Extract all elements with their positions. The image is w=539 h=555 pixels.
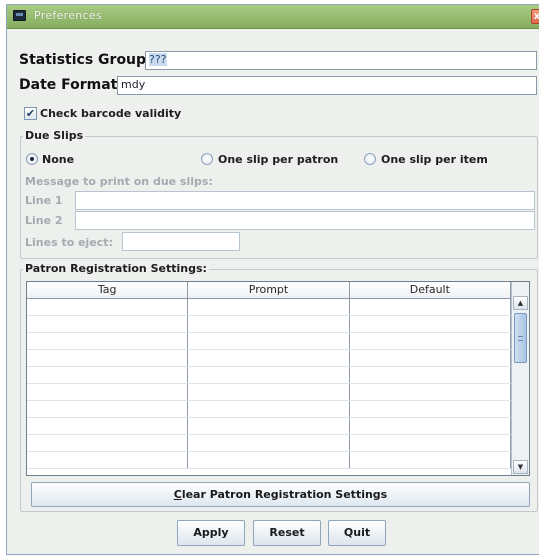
quit-button[interactable]: Quit [328, 520, 386, 546]
radio-none-label: None [42, 153, 75, 166]
column-header-default[interactable]: Default [350, 282, 511, 298]
apply-button[interactable]: Apply [177, 520, 245, 546]
due-slips-title: Due Slips [23, 129, 86, 142]
table-body [27, 299, 511, 469]
table-row[interactable] [27, 452, 511, 469]
check-barcode-label: Check barcode validity [40, 107, 182, 120]
table-header: Tag Prompt Default [27, 282, 511, 299]
table-cell[interactable] [27, 316, 189, 332]
table-cell[interactable] [188, 452, 350, 468]
radio-slip-per-patron-label: One slip per patron [218, 153, 339, 166]
line1-input[interactable] [75, 191, 535, 210]
table-cell[interactable] [188, 333, 350, 349]
lines-to-eject-label: Lines to eject: [25, 236, 113, 249]
table-cell[interactable] [350, 384, 511, 400]
table-cell[interactable] [27, 384, 189, 400]
radio-slip-per-item-label: One slip per item [381, 153, 488, 166]
date-format-value: mdy [121, 78, 146, 91]
statistics-group-label: Statistics Group: [19, 52, 152, 68]
table-cell[interactable] [27, 367, 189, 383]
clear-button-label: lear Patron Registration Settings [181, 488, 388, 501]
line2-input[interactable] [75, 211, 535, 230]
statistics-group-input[interactable]: ??? [145, 51, 537, 70]
line2-label-text: Line 2 [25, 214, 63, 227]
table-row[interactable] [27, 350, 511, 367]
table-cell[interactable] [350, 401, 511, 417]
table-cell[interactable] [188, 435, 350, 451]
statistics-group-value: ??? [149, 53, 167, 66]
table-cell[interactable] [350, 316, 511, 332]
clear-mnemonic: C [173, 488, 182, 501]
table-cell[interactable] [27, 418, 189, 434]
column-header-prompt[interactable]: Prompt [188, 282, 350, 298]
clear-patron-registration-button[interactable]: Clear Patron Registration Settings [31, 482, 530, 507]
radio-none[interactable] [26, 153, 38, 165]
table-cell[interactable] [188, 401, 350, 417]
table-cell[interactable] [350, 299, 511, 315]
table-row[interactable] [27, 435, 511, 452]
table-row[interactable] [27, 316, 511, 333]
table-cell[interactable] [27, 350, 189, 366]
table-cell[interactable] [350, 452, 511, 468]
table-cell[interactable] [27, 333, 189, 349]
table-cell[interactable] [27, 435, 189, 451]
radio-slip-per-item[interactable] [364, 153, 376, 165]
scroll-down-icon[interactable]: ▼ [513, 460, 528, 474]
date-format-label: Date Format: [19, 77, 123, 93]
table-row[interactable] [27, 367, 511, 384]
table-row[interactable] [27, 299, 511, 316]
scroll-thumb[interactable] [514, 313, 527, 363]
table-row[interactable] [27, 401, 511, 418]
scroll-up-icon[interactable]: ▲ [513, 296, 528, 310]
column-header-tag[interactable]: Tag [27, 282, 189, 298]
table-cell[interactable] [188, 367, 350, 383]
title-bar[interactable]: Preferences x [7, 5, 539, 29]
patron-registration-title: Patron Registration Settings: [23, 262, 209, 275]
preferences-window: Preferences x Statistics Group: ??? Date… [6, 4, 539, 555]
table-cell[interactable] [27, 299, 189, 315]
app-icon [13, 10, 26, 21]
check-barcode-checkbox[interactable]: ✔ [24, 107, 37, 120]
table-cell[interactable] [188, 384, 350, 400]
date-format-input[interactable]: mdy [117, 76, 537, 95]
patron-registration-table[interactable]: Tag Prompt Default ▲ ▼ [26, 281, 530, 476]
table-cell[interactable] [350, 367, 511, 383]
window-title: Preferences [34, 9, 102, 22]
table-cell[interactable] [27, 452, 189, 468]
table-cell[interactable] [350, 333, 511, 349]
reset-button[interactable]: Reset [253, 520, 321, 546]
table-scrollbar[interactable]: ▲ ▼ [511, 282, 529, 475]
table-cell[interactable] [188, 299, 350, 315]
table-cell[interactable] [350, 418, 511, 434]
table-cell[interactable] [350, 350, 511, 366]
radio-slip-per-patron[interactable] [201, 153, 213, 165]
line1-label: Line 1 [25, 194, 63, 207]
table-cell[interactable] [188, 316, 350, 332]
table-cell[interactable] [188, 350, 350, 366]
table-row[interactable] [27, 384, 511, 401]
message-label: Message to print on due slips: [25, 175, 213, 188]
table-cell[interactable] [350, 435, 511, 451]
table-cell[interactable] [188, 418, 350, 434]
table-row[interactable] [27, 418, 511, 435]
close-button[interactable]: x [531, 9, 539, 24]
lines-to-eject-input[interactable] [122, 232, 240, 251]
table-row[interactable] [27, 333, 511, 350]
table-cell[interactable] [27, 401, 189, 417]
